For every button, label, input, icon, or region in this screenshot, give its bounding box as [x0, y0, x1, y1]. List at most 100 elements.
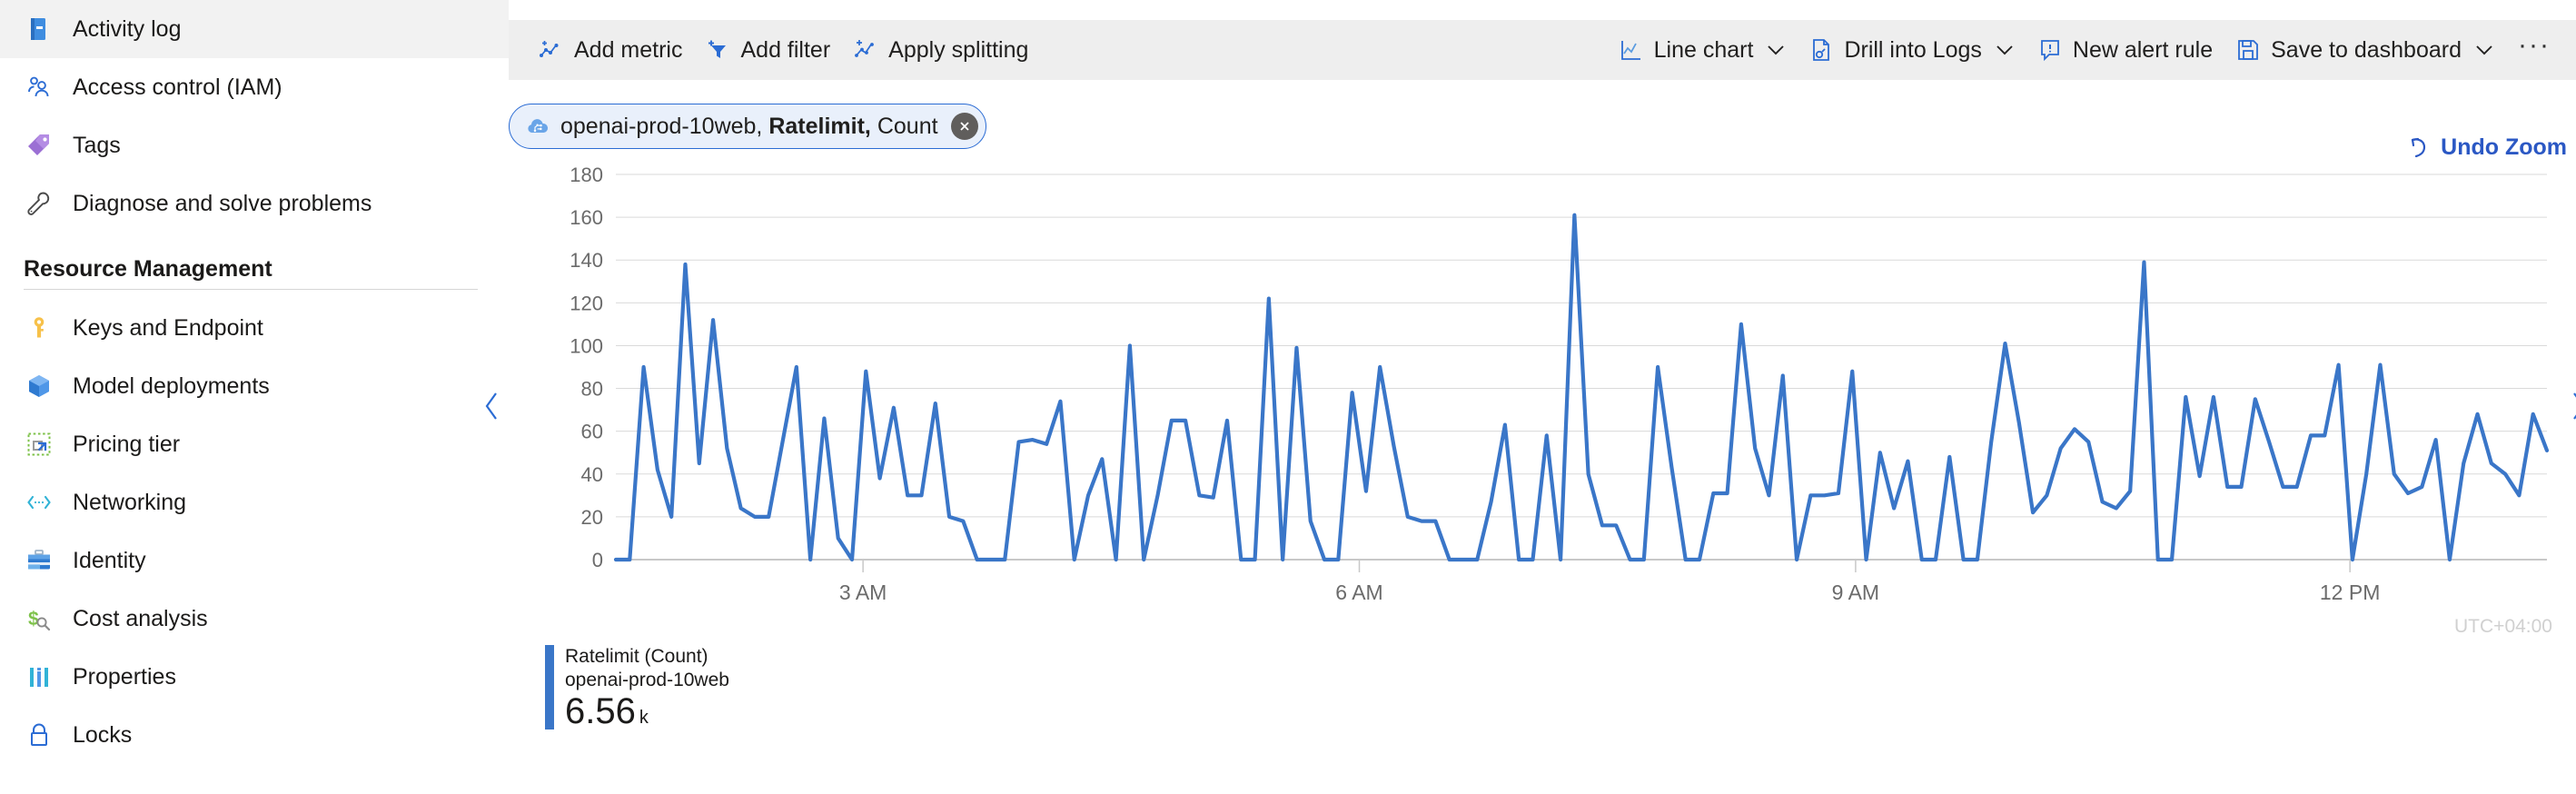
new-alert-rule-icon [2036, 36, 2064, 64]
chart-canvas[interactable]: 0 20 40 60 80 100 120 140 160 180 3 AM 6 AM 9 AM 12 P… [545, 164, 2552, 636]
tag-icon [24, 130, 54, 161]
legend-value-row: 6.56 k [565, 693, 729, 729]
x-axis-tick-label: 12 PM [2320, 581, 2380, 604]
y-axis-tick-label: 20 [581, 506, 603, 529]
add-filter-icon [704, 36, 731, 64]
chevron-right-icon [2569, 391, 2576, 426]
key-icon [24, 313, 54, 343]
activity-log-icon [24, 14, 54, 45]
add-filter-button[interactable]: Add filter [693, 26, 841, 74]
sidebar-item-label: Access control (IAM) [73, 74, 282, 100]
chevron-down-icon [1995, 40, 2015, 60]
apply-splitting-label: Apply splitting [888, 36, 1029, 63]
legend-resource-name: openai-prod-10web [565, 669, 729, 690]
metrics-explorer-page: Activity log Access control (IAM) Tags D… [0, 0, 2576, 794]
y-axis-tick-label: 40 [581, 463, 603, 486]
sidebar-item-identity[interactable]: Identity [0, 531, 509, 590]
add-metric-button[interactable]: Add metric [527, 26, 693, 74]
command-bar-right-group: Line chart Drill into Logs New alert rul… [1607, 26, 2576, 74]
new-alert-rule-label: New alert rule [2072, 36, 2214, 63]
add-metric-label: Add metric [574, 36, 683, 63]
sidebar-item-diagnose-and-solve-problems[interactable]: Diagnose and solve problems [0, 174, 509, 233]
drill-into-logs-button[interactable]: Drill into Logs [1797, 26, 2025, 74]
y-axis-tick-label: 160 [570, 206, 603, 229]
sidebar-item-label: Diagnose and solve problems [73, 190, 372, 216]
metric-chip[interactable]: openai-prod-10web, Ratelimit, Count [509, 104, 986, 149]
metric-chip-text: openai-prod-10web, Ratelimit, Count [560, 114, 938, 140]
chart-command-bar: Add metric Add filter Apply splitting Li… [509, 20, 2576, 80]
sidebar-item-label: Keys and Endpoint [73, 314, 263, 341]
legend-metric-name: Ratelimit (Count) [565, 646, 708, 667]
y-axis-tick-label: 120 [570, 292, 603, 314]
timezone-label: UTC+04:00 [2454, 616, 2552, 637]
add-filter-label: Add filter [740, 36, 831, 63]
y-axis-tick-label: 140 [570, 249, 603, 272]
chart-type-label: Line chart [1653, 36, 1754, 63]
chevron-left-icon [483, 391, 501, 426]
metrics-line-chart[interactable]: 0 20 40 60 80 100 120 140 160 180 3 AM 6 AM 9 AM 12 P… [545, 164, 2552, 637]
line-chart-icon [1618, 36, 1645, 64]
sidebar-item-label: Activity log [73, 15, 182, 42]
metric-chip-metric: Ratelimit, [768, 113, 871, 139]
sidebar-item-label: Identity [73, 547, 146, 573]
y-axis-tick-label: 180 [570, 164, 603, 186]
save-to-dashboard-label: Save to dashboard [2271, 36, 2462, 63]
sidebar-item-pricing-tier[interactable]: Pricing tier [0, 415, 509, 473]
new-alert-rule-button[interactable]: New alert rule [2026, 26, 2224, 74]
metric-chip-resource: openai-prod-10web, [560, 113, 763, 139]
y-axis-tick-label: 80 [581, 378, 603, 401]
metric-chip-aggregation: Count [877, 113, 938, 139]
cube-icon [24, 371, 54, 402]
add-metric-icon [538, 36, 565, 64]
sidebar-item-locks[interactable]: Locks [0, 706, 509, 764]
x-axis-tick-label: 9 AM [1832, 581, 1879, 604]
collapse-panel-chevron-left[interactable] [474, 387, 510, 429]
undo-zoom-button[interactable]: Undo Zoom [2404, 129, 2567, 165]
legend-color-swatch [545, 645, 554, 730]
sidebar-item-model-deployments[interactable]: Model deployments [0, 357, 509, 415]
close-icon[interactable] [950, 113, 978, 140]
sidebar-item-label: Pricing tier [73, 431, 181, 457]
briefcase-icon [24, 545, 54, 576]
sidebar-item-properties[interactable]: Properties [0, 648, 509, 706]
command-bar-left-group: Add metric Add filter Apply splitting [509, 26, 1039, 74]
apply-splitting-icon [852, 36, 879, 64]
chart-legend[interactable]: Ratelimit (Count) openai-prod-10web 6.56… [545, 645, 729, 730]
sidebar-item-label: Model deployments [73, 372, 270, 399]
x-axis-tick-label: 6 AM [1335, 581, 1382, 604]
sidebar-item-tags[interactable]: Tags [0, 116, 509, 174]
chart-series-line[interactable] [613, 213, 2550, 562]
more-commands-button[interactable]: ··· [2505, 32, 2563, 59]
svg-text:$: $ [28, 609, 39, 630]
sidebar-item-label: Locks [73, 721, 133, 748]
chart-type-button[interactable]: Line chart [1607, 26, 1798, 74]
sidebar-item-access-control[interactable]: Access control (IAM) [0, 58, 509, 116]
expand-panel-chevron-right[interactable] [2560, 387, 2576, 429]
save-to-dashboard-button[interactable]: Save to dashboard [2224, 26, 2505, 74]
chevron-down-icon [1766, 40, 1786, 60]
properties-icon [24, 661, 54, 692]
sidebar-item-networking[interactable]: Networking [0, 473, 509, 531]
y-axis-tick-label: 0 [592, 549, 603, 571]
sidebar-item-cost-analysis[interactable]: $ Cost analysis [0, 590, 509, 648]
undo-icon [2404, 133, 2433, 162]
sidebar-item-label: Cost analysis [73, 605, 208, 631]
access-control-icon [24, 72, 54, 103]
sidebar-item-activity-log[interactable]: Activity log [0, 0, 509, 58]
undo-zoom-label: Undo Zoom [2441, 134, 2567, 160]
sidebar-item-label: Networking [73, 489, 187, 515]
cost-analysis-icon: $ [24, 603, 54, 634]
cognitive-services-icon [524, 113, 551, 140]
y-axis-tick-label: 100 [570, 334, 603, 357]
chevron-down-icon [2474, 40, 2494, 60]
networking-icon [24, 487, 54, 518]
legend-body: Ratelimit (Count) openai-prod-10web 6.56… [554, 645, 729, 729]
save-to-dashboard-icon [2234, 36, 2262, 64]
y-axis-tick-label: 60 [581, 421, 603, 443]
sidebar-item-keys-and-endpoint[interactable]: Keys and Endpoint [0, 299, 509, 357]
lock-icon [24, 720, 54, 750]
metrics-chart-panel: Add metric Add filter Apply splitting Li… [485, 0, 2576, 794]
apply-splitting-button[interactable]: Apply splitting [841, 26, 1039, 74]
x-axis-tick-label: 3 AM [839, 581, 887, 604]
drill-into-logs-icon [1808, 36, 1835, 64]
